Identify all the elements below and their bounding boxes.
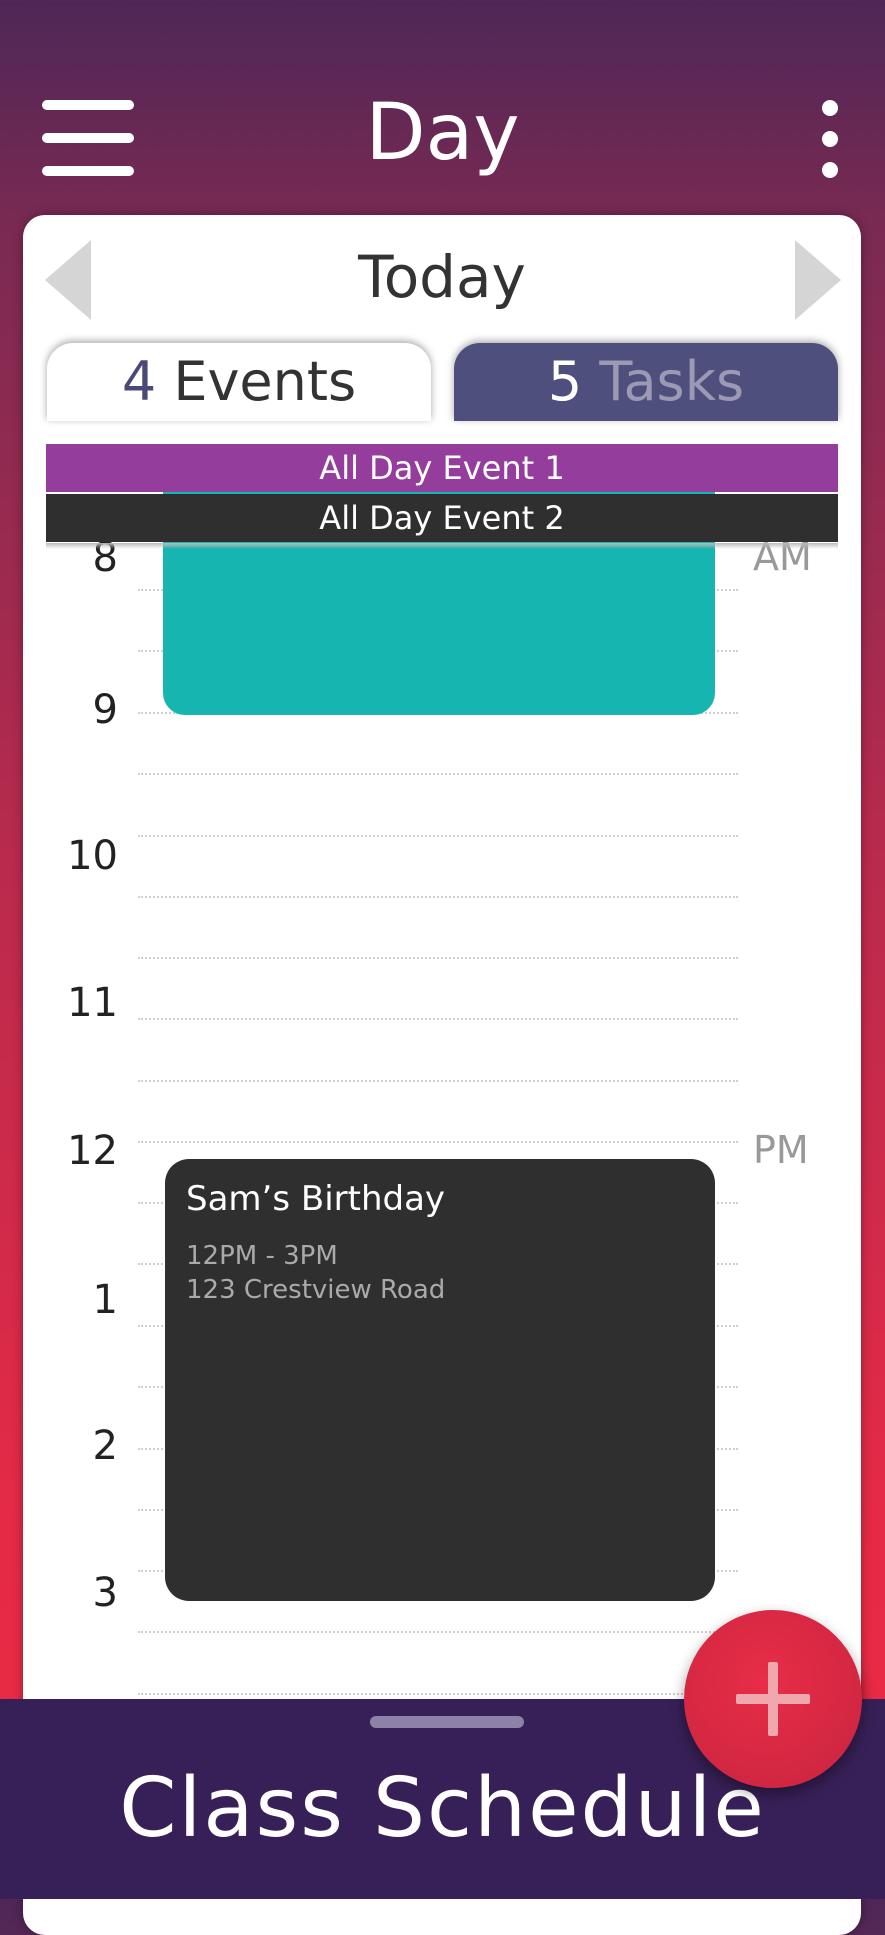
more-options-icon[interactable]: [815, 98, 845, 183]
events-count: 4: [121, 350, 157, 413]
events-tab-label: Events: [173, 350, 357, 413]
hour-label: 3: [92, 1570, 118, 1616]
hour-label: 2: [92, 1423, 118, 1469]
half-hour-line: [138, 773, 738, 775]
all-day-divider: [46, 543, 838, 549]
hour-label: 12: [67, 1128, 118, 1174]
date-label: Today: [358, 243, 526, 311]
tasks-tab-label: Tasks: [599, 350, 745, 413]
half-hour-line: [138, 1141, 738, 1143]
half-hour-line: [138, 1018, 738, 1020]
top-app-bar: Day: [0, 0, 885, 215]
tasks-count: 5: [547, 350, 583, 413]
event-time: 12PM - 3PM: [186, 1241, 338, 1271]
hour-line: [138, 835, 738, 837]
hour-label: 1: [92, 1277, 118, 1323]
half-hour-line: [138, 1631, 738, 1633]
hour-line: [138, 957, 738, 959]
hour-label: 9: [92, 687, 118, 733]
page-title: Day: [365, 88, 520, 178]
event-title: Sam’s Birthday: [186, 1179, 446, 1219]
half-hour-line: [138, 896, 738, 898]
tab-tasks[interactable]: 5 Tasks: [454, 343, 838, 421]
hour-label: 10: [67, 833, 118, 879]
drag-handle[interactable]: [370, 1716, 524, 1728]
event-location: 123 Crestview Road: [186, 1275, 446, 1305]
hour-line: [138, 1693, 738, 1695]
all-day-event[interactable]: All Day Event 1: [46, 444, 838, 492]
pm-label: PM: [753, 1128, 809, 1172]
hour-line: [138, 1080, 738, 1082]
next-day-arrow-icon[interactable]: [795, 240, 841, 320]
birthday-event-block[interactable]: Sam’s Birthday 12PM - 3PM 123 Crestview …: [165, 1159, 715, 1601]
hour-label: 11: [67, 980, 118, 1026]
add-event-button[interactable]: [684, 1610, 862, 1788]
all-day-event[interactable]: All Day Event 2: [46, 494, 838, 542]
tab-events[interactable]: 4 Events: [47, 343, 431, 421]
